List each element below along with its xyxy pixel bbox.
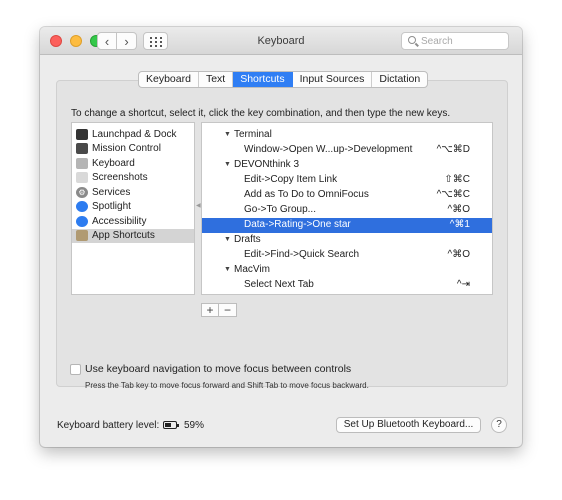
category-label: Screenshots (92, 172, 148, 184)
keyboard-navigation-help: Press the Tab key to move focus forward … (85, 381, 369, 390)
setup-bluetooth-keyboard-button[interactable]: Set Up Bluetooth Keyboard... (336, 417, 481, 433)
shortcut-label: Add as To Do to OmniFocus (244, 189, 369, 200)
group-row[interactable]: ▼ Drafts (202, 233, 492, 248)
disclosure-triangle-icon[interactable]: ▼ (224, 266, 231, 273)
battery-percent: 59% (184, 420, 205, 431)
disclosure-triangle-icon[interactable]: ▼ (224, 236, 231, 243)
remove-shortcut-button[interactable]: − (219, 303, 237, 317)
category-mission-control[interactable]: Mission Control (72, 142, 194, 157)
tab-keyboard[interactable]: Keyboard (139, 72, 199, 87)
shortcut-row[interactable]: Add as To Do to OmniFocus ^⌥⌘C (202, 188, 492, 203)
shortcut-row[interactable]: Edit->Copy Item Link ⇧⌘C (202, 173, 492, 188)
battery-label: Keyboard battery level: (57, 420, 160, 431)
tab-shortcuts[interactable]: Shortcuts (233, 72, 293, 87)
battery-fill (165, 423, 171, 427)
tab-input-sources[interactable]: Input Sources (293, 72, 373, 87)
keyboard-navigation-checkbox[interactable] (70, 364, 81, 375)
shortcut-key[interactable]: ^⌘O (448, 249, 470, 260)
launchpad-icon (76, 128, 88, 140)
search-icon (408, 36, 416, 44)
shortcut-row-selected[interactable]: Data->Rating->One star ^⌘1 (202, 218, 492, 233)
mission-control-icon (76, 143, 88, 155)
shortcut-key[interactable]: ^⌥⌘C (437, 189, 470, 200)
shortcut-label: Data->Rating->One star (244, 219, 351, 230)
category-spotlight[interactable]: Spotlight (72, 200, 194, 215)
shortcut-row[interactable]: Window->Open W...up->Development ^⌥⌘D (202, 143, 492, 158)
tab-dictation[interactable]: Dictation (372, 72, 427, 87)
shortcut-row[interactable]: Edit->Find->Quick Search ^⌘O (202, 248, 492, 263)
category-screenshots[interactable]: Screenshots (72, 171, 194, 186)
category-label: Launchpad & Dock (92, 128, 177, 140)
category-list[interactable]: Launchpad & Dock Mission Control Keyboar… (71, 122, 195, 295)
instruction-text: To change a shortcut, select it, click t… (71, 108, 451, 119)
category-label: Services (92, 186, 131, 198)
shortcut-key[interactable]: ^⌥⌘D (437, 144, 470, 155)
group-label: Drafts (234, 234, 261, 245)
gear-icon: ⚙ (76, 186, 88, 198)
category-label: Spotlight (92, 201, 131, 213)
group-label: MacVim (234, 264, 270, 275)
tab-bar: Keyboard Text Shortcuts Input Sources Di… (138, 71, 429, 88)
tab-text[interactable]: Text (199, 72, 234, 87)
category-label: App Shortcuts (92, 230, 155, 242)
shortcut-list[interactable]: ▼ Terminal Window->Open W...up->Developm… (201, 122, 493, 295)
preferences-window: ‹ › Keyboard Keyboard Text Shortcuts Inp… (40, 27, 522, 447)
app-shortcuts-icon (76, 230, 88, 242)
title-bar: ‹ › Keyboard (40, 27, 522, 55)
battery-icon (163, 421, 179, 429)
category-app-shortcuts[interactable]: App Shortcuts (72, 228, 194, 243)
group-row[interactable]: ▼ Terminal (202, 128, 492, 143)
spotlight-icon (76, 201, 88, 213)
disclosure-triangle-icon[interactable]: ▼ (224, 161, 231, 168)
category-keyboard[interactable]: Keyboard (72, 156, 194, 171)
search-field[interactable] (401, 32, 509, 50)
shortcut-row[interactable]: Go->To Group... ^⌘O (202, 203, 492, 218)
group-label: Terminal (234, 129, 272, 140)
add-shortcut-button[interactable]: + (201, 303, 219, 317)
disclosure-triangle-icon[interactable]: ▼ (224, 131, 231, 138)
shortcut-label: Window->Open W...up->Development (244, 144, 413, 155)
help-button[interactable]: ? (491, 417, 507, 433)
shortcut-key[interactable]: ^⌘1 (450, 219, 470, 230)
keyboard-navigation-label[interactable]: Use keyboard navigation to move focus be… (85, 363, 351, 375)
category-label: Mission Control (92, 143, 161, 155)
accessibility-icon (76, 215, 88, 227)
category-launchpad-dock[interactable]: Launchpad & Dock (72, 127, 194, 142)
shortcut-label: Edit->Copy Item Link (244, 174, 338, 185)
group-label: DEVONthink 3 (234, 159, 300, 170)
category-services[interactable]: ⚙ Services (72, 185, 194, 200)
category-label: Accessibility (92, 215, 147, 227)
group-row[interactable]: ▼ MacVim (202, 263, 492, 278)
shortcut-label: Go->To Group... (244, 204, 316, 215)
shortcut-label: Edit->Find->Quick Search (244, 249, 360, 260)
shortcut-label: Select Next Tab (244, 279, 314, 290)
category-accessibility[interactable]: Accessibility (72, 214, 194, 229)
screenshot-icon (76, 172, 88, 184)
shortcut-key[interactable]: ⇧⌘C (444, 174, 470, 185)
keyboard-icon (76, 157, 88, 169)
group-row[interactable]: ▼ DEVONthink 3 (202, 158, 492, 173)
shortcut-row[interactable]: Select Next Tab ^⇥ (202, 278, 492, 293)
splitter-handle[interactable]: ◀ (196, 202, 201, 210)
shortcut-key[interactable]: ^⌘O (448, 204, 470, 215)
search-input[interactable] (421, 34, 505, 48)
shortcut-key[interactable]: ^⇥ (457, 279, 470, 290)
category-label: Keyboard (92, 157, 135, 169)
